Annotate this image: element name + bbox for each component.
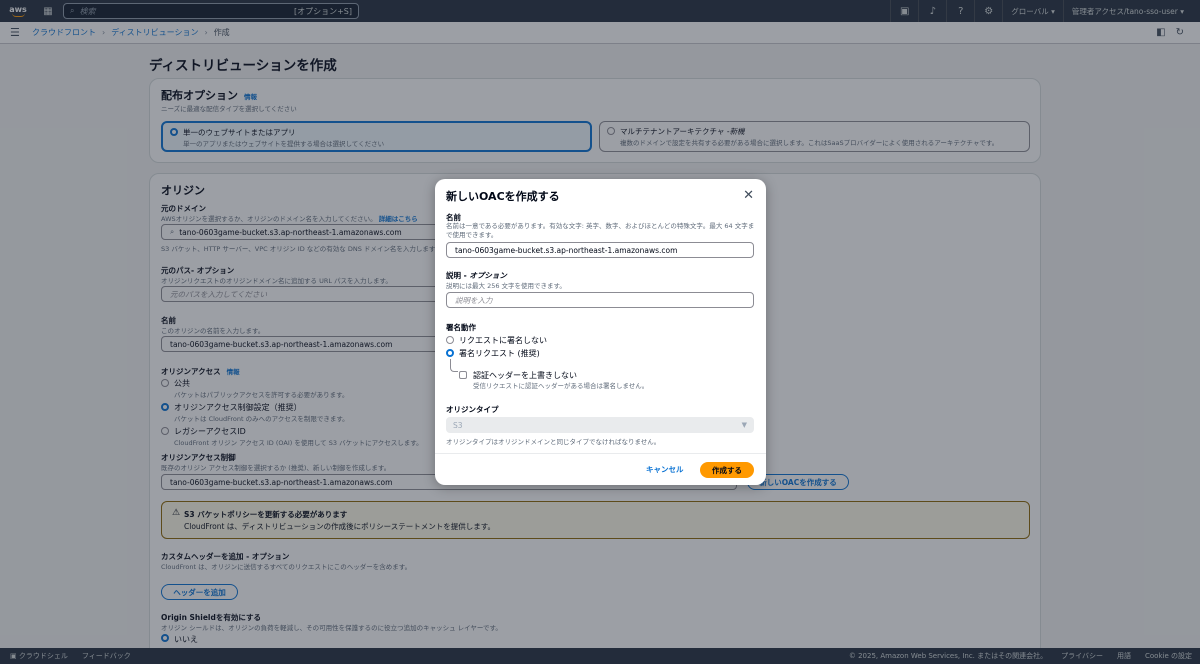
cancel-button[interactable]: キャンセル: [646, 464, 684, 475]
modal-footer: [435, 453, 766, 454]
origin-type-hint: オリジンタイプはオリジンドメインと同じタイプでなければなりません。: [446, 438, 661, 446]
create-button[interactable]: 作成する: [700, 462, 754, 478]
sign-requests-radio[interactable]: [446, 349, 454, 357]
no-override-desc: 受信リクエストに認証ヘッダーがある場合は署名しません。: [473, 382, 649, 390]
optional-tag: オプション: [469, 271, 507, 280]
create-oac-modal: 新しいOACを作成する ✕ 名前 名前は一意である必要があります。有効な文字: …: [435, 179, 766, 485]
origin-type-value: S3: [453, 420, 463, 430]
oac-description-input[interactable]: 説明を入力: [446, 292, 754, 308]
close-icon[interactable]: ✕: [743, 188, 754, 203]
origin-type-select: S3 ▼: [446, 417, 754, 433]
tree-connector: [450, 359, 458, 372]
no-override-checkbox[interactable]: [459, 371, 467, 379]
oac-name-input[interactable]: tano-0603game-bucket.s3.ap-northeast-1.a…: [446, 242, 754, 258]
modal-title: 新しいOACを作成する: [446, 190, 560, 203]
modal-desc-help: 説明には最大 256 文字を使用できます。: [446, 282, 566, 290]
modal-name-desc: 名前は一意である必要があります。有効な文字: 英字、数字、およびほとんどの特殊文…: [446, 222, 755, 239]
origin-type-label: オリジンタイプ: [446, 405, 499, 414]
sign-none-radio[interactable]: [446, 336, 454, 344]
modal-desc-label: 説明 -: [446, 271, 467, 280]
sign-requests-label: 署名リクエスト (推奨): [459, 349, 540, 358]
sign-none-label: リクエストに署名しない: [459, 336, 547, 345]
signing-label: 署名動作: [446, 323, 476, 332]
caret-down-icon: ▼: [741, 421, 747, 429]
